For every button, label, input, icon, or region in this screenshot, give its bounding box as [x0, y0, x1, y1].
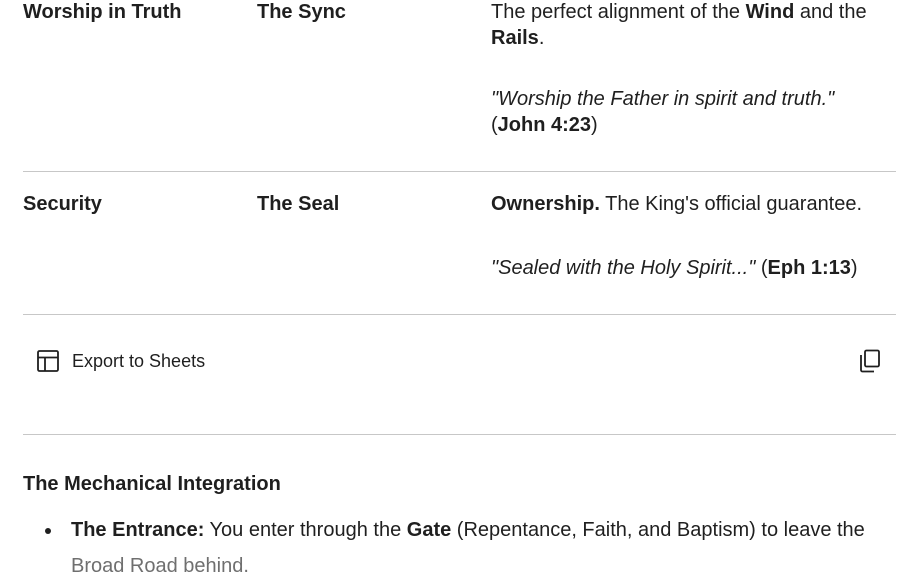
row-mechanism: The Seal — [257, 193, 340, 215]
row-scripture: "Sealed with the Holy Spirit..." (Eph 1:… — [491, 257, 858, 279]
row-mechanism: The Sync — [257, 1, 346, 23]
row-description: The perfect alignment of the Wind and th… — [491, 1, 867, 49]
section-heading: The Mechanical Integration — [23, 473, 281, 495]
table-row: Security The Seal Ownership. The King's … — [23, 172, 896, 315]
row-description: Ownership. The King's official guarantee… — [491, 193, 863, 215]
comparison-table: Worship in Truth The Sync The perfect al… — [23, 0, 896, 315]
row-scripture: "Worship the Father in spirit and truth.… — [491, 88, 835, 136]
table-row: Worship in Truth The Sync The perfect al… — [23, 0, 896, 172]
table-icon — [37, 350, 59, 372]
export-to-sheets-label: Export to Sheets — [72, 350, 206, 371]
copy-icon — [859, 349, 881, 377]
bullet-list: The Entrance: You enter through the Gate… — [23, 512, 896, 584]
row-term: Worship in Truth — [23, 1, 182, 23]
copy-button[interactable] — [859, 349, 881, 373]
bullet-point — [45, 528, 51, 534]
export-to-sheets-button[interactable]: Export to Sheets — [37, 349, 205, 373]
table-actions-bar: Export to Sheets — [23, 314, 896, 435]
row-term: Security — [23, 193, 102, 215]
list-item: The Entrance: You enter through the Gate… — [23, 512, 896, 584]
